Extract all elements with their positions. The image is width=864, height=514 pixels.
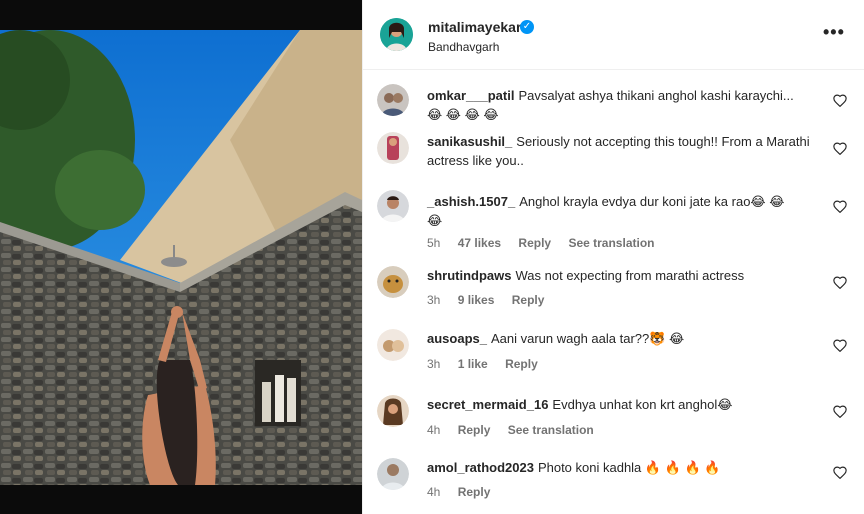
comment-emoji: 😂 [427, 213, 443, 228]
comment-username[interactable]: shrutindpaws [427, 268, 512, 283]
post-image [0, 0, 362, 514]
heart-outline-icon[interactable] [833, 339, 847, 352]
comments-panel: mitalimayekar ✓ Bandhavgarh ••• omkar___… [362, 0, 864, 514]
comment-likes[interactable]: 9 likes [458, 293, 495, 307]
comment-body: Pavsalyat ashya thikani anghol kashi kar… [518, 88, 794, 103]
comment-body: Evdhya unhat kon krt anghol😂 [552, 397, 733, 412]
comment-text: amol_rathod2023 Photo koni kadhla 🔥 🔥 🔥 🔥 [427, 458, 817, 477]
comment-emoji: 😂 😂 😂 😂 [427, 107, 499, 122]
comment-avatar[interactable] [377, 329, 409, 361]
comment-avatar[interactable] [377, 458, 409, 490]
comment-username[interactable]: _ashish.1507_ [427, 194, 515, 209]
comment-avatar[interactable] [377, 395, 409, 427]
comment-avatar[interactable] [377, 190, 409, 222]
comment-meta: 5h 47 likes Reply See translation [427, 236, 668, 250]
comment-meta: 3h 9 likes Reply [427, 293, 558, 307]
owner-avatar[interactable] [380, 18, 413, 51]
comment-username[interactable]: amol_rathod2023 [427, 460, 534, 475]
comment-meta: 4h Reply See translation [427, 423, 608, 437]
comment-meta: 4h Reply [427, 485, 504, 499]
comment-text: ausoaps_ Aani varun wagh aala tar??🐯 😂 [427, 329, 817, 348]
comment-username[interactable]: secret_mermaid_16 [427, 397, 548, 412]
post-header: mitalimayekar ✓ Bandhavgarh ••• [363, 0, 864, 70]
comment-avatar[interactable] [377, 266, 409, 298]
post-location[interactable]: Bandhavgarh [428, 40, 499, 54]
comment-avatar[interactable] [377, 84, 409, 116]
comment-time[interactable]: 3h [427, 293, 440, 307]
comment-body: Aani varun wagh aala tar??🐯 😂 [490, 331, 685, 346]
comment-time[interactable]: 5h [427, 236, 440, 250]
heart-outline-icon[interactable] [833, 94, 847, 107]
heart-outline-icon[interactable] [833, 142, 847, 155]
owner-username[interactable]: mitalimayekar [428, 19, 521, 35]
comment-text: _ashish.1507_ Anghol krayla evdya dur kon… [427, 192, 817, 230]
see-translation-button[interactable]: See translation [568, 236, 654, 250]
comment-avatar[interactable] [377, 132, 409, 164]
reply-button[interactable]: Reply [458, 423, 491, 437]
comment-likes[interactable]: 1 like [458, 357, 488, 371]
heart-outline-icon[interactable] [833, 200, 847, 213]
comment-text: omkar___patil Pavsalyat ashya thikani ang… [427, 86, 817, 124]
comment-likes[interactable]: 47 likes [458, 236, 501, 250]
comment-body: Anghol krayla evdya dur koni jate ka rao… [519, 194, 785, 209]
comment-body: Photo koni kadhla 🔥 🔥 🔥 🔥 [537, 460, 721, 475]
reply-button[interactable]: Reply [512, 293, 545, 307]
heart-outline-icon[interactable] [833, 466, 847, 479]
comment-text: secret_mermaid_16 Evdhya unhat kon krt an… [427, 395, 817, 414]
more-options-icon[interactable]: ••• [823, 22, 845, 43]
verified-badge-icon: ✓ [520, 20, 534, 34]
heart-outline-icon[interactable] [833, 405, 847, 418]
comment-time[interactable]: 3h [427, 357, 440, 371]
heart-outline-icon[interactable] [833, 276, 847, 289]
post-photo[interactable] [0, 0, 362, 514]
see-translation-button[interactable]: See translation [508, 423, 594, 437]
comment-time[interactable]: 4h [427, 423, 440, 437]
comment-meta: 3h 1 like Reply [427, 357, 552, 371]
comment-username[interactable]: omkar___patil [427, 88, 514, 103]
comment-username[interactable]: sanikasushil_ [427, 134, 512, 149]
comment-text: sanikasushil_ Seriously not accepting thi… [427, 132, 817, 170]
reply-button[interactable]: Reply [518, 236, 551, 250]
reply-button[interactable]: Reply [505, 357, 538, 371]
comment-time[interactable]: 4h [427, 485, 440, 499]
comment-body: Was not expecting from marathi actress [515, 268, 745, 283]
comment-text: shrutindpaws Was not expecting from marat… [427, 266, 817, 285]
comment-username[interactable]: ausoaps_ [427, 331, 487, 346]
reply-button[interactable]: Reply [458, 485, 491, 499]
